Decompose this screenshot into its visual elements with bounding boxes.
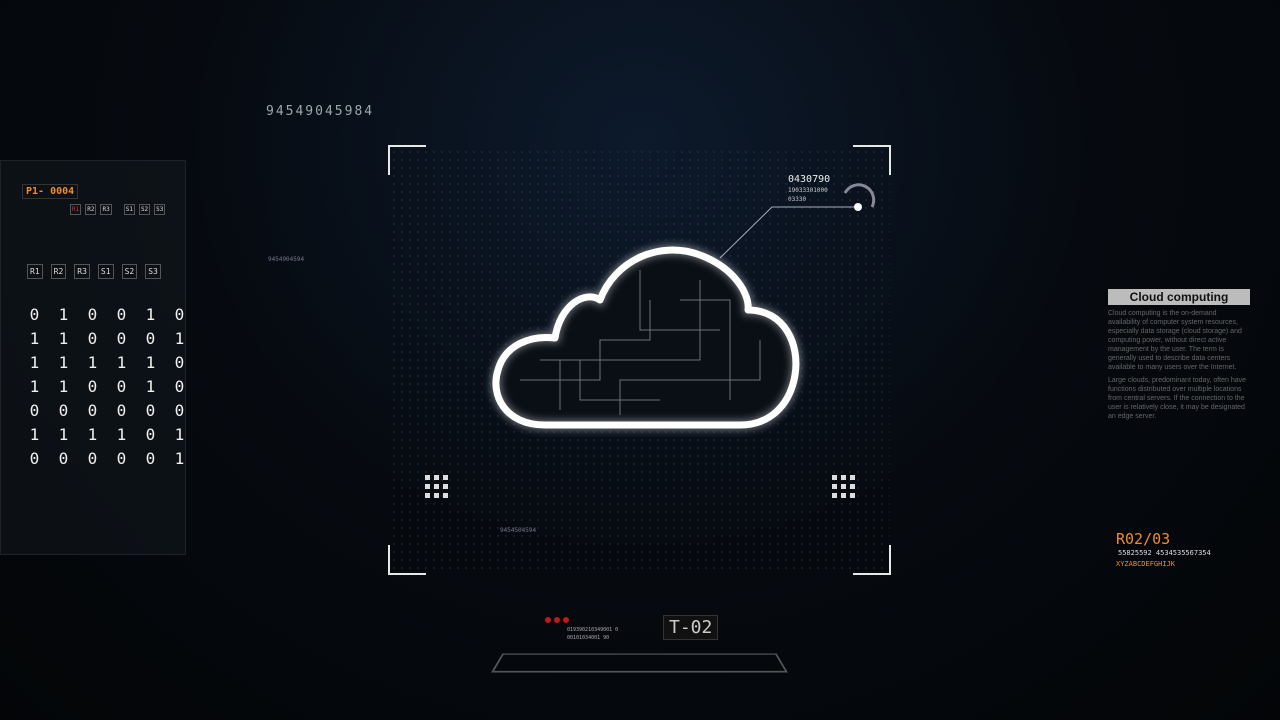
r1-button[interactable]: R1	[27, 264, 43, 279]
s1-button[interactable]: S1	[97, 264, 114, 279]
binary-digit: 1	[87, 425, 98, 444]
binary-digit: 1	[29, 425, 40, 444]
binary-digit: 0	[29, 305, 40, 324]
binary-digit: 0	[116, 401, 127, 420]
s3-button[interactable]: S3	[145, 264, 161, 279]
binary-digit: 1	[29, 329, 40, 348]
binary-digit: 0	[174, 377, 185, 396]
binary-digit: 1	[116, 425, 127, 444]
binary-digit: 1	[58, 329, 69, 348]
info-panel: Cloud computing Cloud computing is the o…	[1108, 289, 1250, 421]
binary-digit: 0	[29, 449, 40, 468]
binary-digit: 0	[87, 305, 98, 324]
binary-digit: 0	[116, 449, 127, 468]
alert-lights	[545, 617, 569, 623]
binary-digit: 1	[116, 353, 127, 372]
binary-digit: 1	[58, 425, 69, 444]
binary-digit: 1	[174, 449, 185, 468]
binary-digit: 0	[87, 449, 98, 468]
binary-digit: 0	[58, 449, 69, 468]
binary-grid: 0100101100011111101100100000001111010000…	[20, 305, 194, 468]
r2-button[interactable]: R2	[85, 204, 97, 215]
s2-button[interactable]: S2	[121, 264, 138, 279]
binary-digit: 1	[58, 353, 69, 372]
s3-button[interactable]: S3	[154, 204, 166, 215]
binary-digit: 0	[174, 305, 185, 324]
binary-digit: 1	[174, 425, 185, 444]
bottom-line2: 00101034001 90	[567, 635, 610, 641]
binary-digit: 1	[174, 329, 185, 348]
binary-digit: 1	[145, 305, 156, 324]
binary-digit: 1	[145, 353, 156, 372]
s1-button[interactable]: S1	[123, 204, 135, 215]
r2-button[interactable]: R2	[50, 264, 67, 279]
sector-letters: XYZABCDEFGHIJK	[1116, 560, 1176, 568]
bottom-line1: 019390210349001 0	[567, 627, 619, 633]
s2-button[interactable]: S2	[138, 204, 151, 215]
binary-digit: 0	[87, 377, 98, 396]
binary-digit: 1	[87, 353, 98, 372]
platform	[491, 653, 788, 673]
button-row-small: R1 R2 R3 S1 S2 S3	[70, 204, 166, 215]
binary-digit: 0	[87, 329, 98, 348]
r3-button[interactable]: R3	[100, 204, 112, 215]
button-row-large: R1 R2 R3 S1 S2 S3	[27, 264, 161, 279]
binary-digit: 0	[58, 401, 69, 420]
info-title: Cloud computing	[1108, 289, 1250, 305]
binary-digit: 0	[116, 305, 127, 324]
binary-digit: 0	[116, 329, 127, 348]
binary-digit: 1	[29, 353, 40, 372]
binary-digit: 1	[58, 377, 69, 396]
info-paragraph: Cloud computing is the on-demand availab…	[1108, 310, 1242, 371]
binary-digit: 0	[174, 353, 185, 372]
dot-cluster	[425, 475, 448, 498]
id-badge: P1- 0004	[22, 184, 79, 199]
info-paragraph: Large clouds, predominant today, often h…	[1108, 377, 1247, 420]
binary-digit: 0	[174, 401, 185, 420]
binary-digit: 0	[29, 401, 40, 420]
r1-button[interactable]: R1	[70, 204, 82, 215]
dot-cluster	[832, 475, 855, 498]
binary-digit: 1	[145, 377, 156, 396]
r3-button[interactable]: R3	[74, 264, 90, 279]
binary-digit: 0	[145, 449, 156, 468]
sector-label: R02/03	[1116, 530, 1171, 548]
binary-digit: 1	[58, 305, 69, 324]
binary-digit: 0	[145, 401, 156, 420]
binary-digit: 1	[29, 377, 40, 396]
binary-digit: 0	[87, 401, 98, 420]
tag-label: T-02	[663, 615, 719, 640]
sector-codes: 55825592 4534535567354	[1118, 549, 1211, 557]
binary-digit: 0	[145, 329, 156, 348]
binary-digit: 0	[145, 425, 156, 444]
binary-digit: 0	[116, 377, 127, 396]
